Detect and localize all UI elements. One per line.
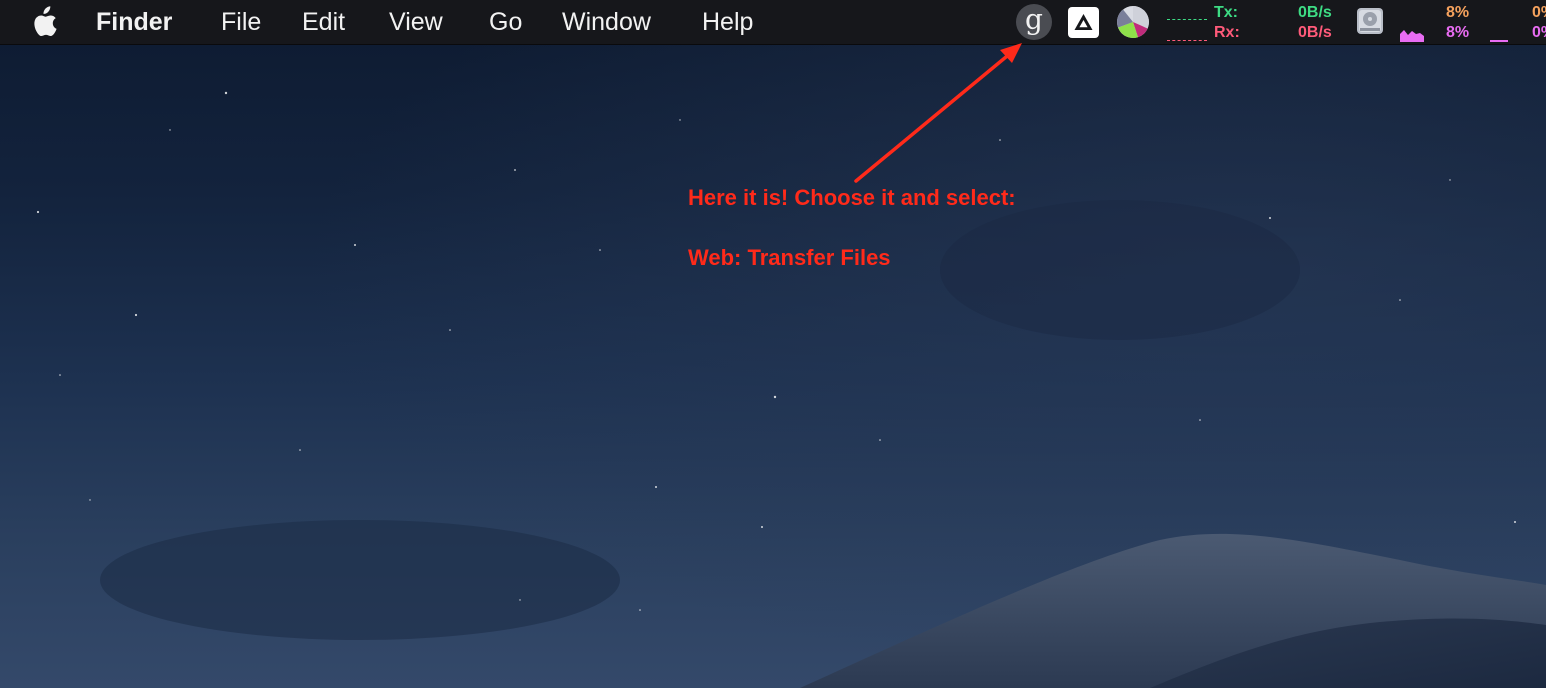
annotation-line-2: Web: Transfer Files	[688, 245, 891, 270]
pie-chart-icon[interactable]	[1116, 5, 1150, 39]
drive-triangle-icon	[1074, 14, 1093, 30]
google-drive-icon[interactable]	[1068, 7, 1099, 38]
wallpaper-scene	[0, 0, 1546, 688]
desktop-wallpaper: Finder File Edit View Go Window Help g T…	[0, 0, 1546, 688]
hard-disk-icon[interactable]	[1355, 6, 1385, 36]
cpu-top-percent: 8%	[1446, 4, 1470, 21]
cpu-usage-graph	[1400, 30, 1424, 42]
extra-bottom-percent: 0%	[1532, 24, 1546, 41]
menu-file[interactable]: File	[221, 7, 261, 37]
extra-top-percent: 0%	[1532, 4, 1546, 21]
menu-view[interactable]: View	[389, 7, 443, 37]
menu-finder[interactable]: Finder	[96, 7, 172, 37]
menu-bar: Finder File Edit View Go Window Help g T…	[0, 0, 1546, 45]
menu-help[interactable]: Help	[702, 7, 753, 37]
tx-value: 0B/s	[1298, 4, 1332, 21]
menu-window[interactable]: Window	[562, 7, 651, 37]
tx-sparkline	[1167, 19, 1207, 20]
annotation-line-1: Here it is! Choose it and select:	[688, 185, 1016, 210]
rx-label: Rx:	[1214, 24, 1240, 41]
cpu-bottom-percent: 8%	[1446, 24, 1470, 41]
apple-logo-icon[interactable]	[28, 5, 58, 39]
menu-go[interactable]: Go	[489, 7, 522, 37]
rx-value: 0B/s	[1298, 24, 1332, 41]
rx-sparkline	[1167, 40, 1207, 41]
tx-label: Tx:	[1214, 4, 1238, 21]
g-circle-icon[interactable]: g	[1016, 4, 1052, 40]
mem-bar	[1490, 40, 1508, 42]
menu-edit[interactable]: Edit	[302, 7, 345, 37]
